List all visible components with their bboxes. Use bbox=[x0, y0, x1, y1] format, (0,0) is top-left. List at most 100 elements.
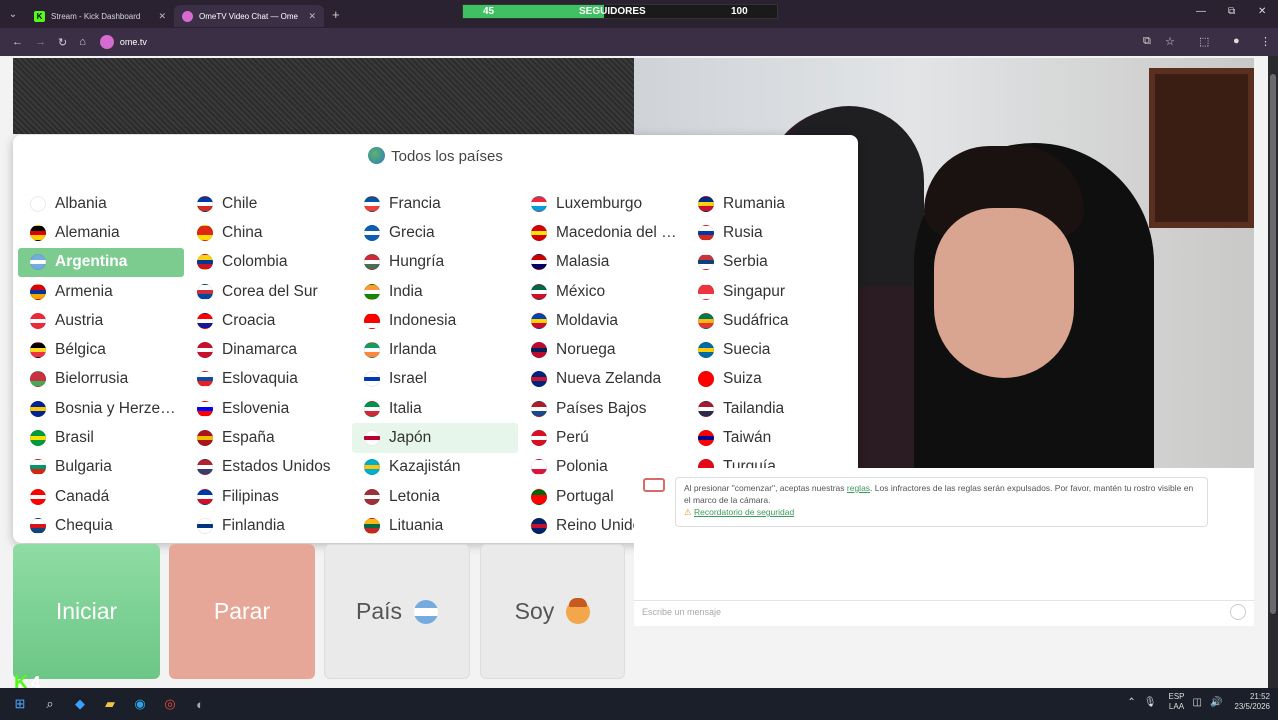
maximize-icon[interactable]: ⧉ bbox=[1228, 6, 1235, 17]
scrollbar-thumb[interactable] bbox=[1270, 74, 1276, 614]
forward-arrow-icon[interactable]: → bbox=[35, 36, 46, 48]
country-option[interactable]: China bbox=[185, 218, 351, 247]
country-option[interactable]: Dinamarca bbox=[185, 335, 351, 364]
country-option[interactable]: Corea del Sur bbox=[185, 277, 351, 306]
home-icon[interactable]: ⌂ bbox=[79, 36, 86, 48]
browser-menu-icon[interactable]: ⋮ bbox=[1260, 35, 1271, 48]
country-option[interactable]: Rusia bbox=[686, 218, 852, 247]
country-option[interactable]: México bbox=[519, 277, 685, 306]
country-option[interactable]: Taiwán bbox=[686, 423, 852, 452]
chat-message-input[interactable]: Escribe un mensaje bbox=[634, 600, 1254, 626]
country-option[interactable]: Noruega bbox=[519, 335, 685, 364]
country-option[interactable]: Croacia bbox=[185, 306, 351, 335]
country-option[interactable]: India bbox=[352, 277, 518, 306]
country-option[interactable]: Israel bbox=[352, 365, 518, 394]
country-option[interactable]: Luxemburgo bbox=[519, 189, 685, 218]
flag-icon bbox=[531, 283, 547, 300]
country-option[interactable]: Singapur bbox=[686, 277, 852, 306]
country-option[interactable]: Suiza bbox=[686, 365, 852, 394]
country-option[interactable]: Malasia bbox=[519, 248, 685, 277]
country-option[interactable]: Hungría bbox=[352, 248, 518, 277]
reload-icon[interactable]: ↻ bbox=[58, 36, 67, 49]
app-icon[interactable]: ◐ bbox=[188, 692, 212, 716]
tab-menu-chevron-icon[interactable]: ⌄ bbox=[0, 0, 26, 28]
country-option[interactable]: Alemania bbox=[18, 218, 184, 247]
country-option[interactable]: Eslovenia bbox=[185, 394, 351, 423]
file-explorer-icon[interactable]: ▰ bbox=[98, 692, 122, 716]
start-button[interactable]: Iniciar bbox=[13, 544, 160, 679]
tab-ometv[interactable]: OmeTV Video Chat — Ome ✕ bbox=[174, 5, 324, 27]
country-option[interactable]: Eslovaquia bbox=[185, 365, 351, 394]
language-indicator[interactable]: ESP LAA bbox=[1168, 692, 1184, 712]
country-option[interactable]: Argentina bbox=[18, 247, 184, 277]
country-option[interactable]: Grecia bbox=[352, 218, 518, 247]
search-icon[interactable]: ⌕ bbox=[38, 692, 62, 716]
emoji-picker-icon[interactable] bbox=[1230, 604, 1246, 620]
windows-start-icon[interactable]: ⊞ bbox=[8, 692, 32, 716]
back-arrow-icon[interactable]: ← bbox=[12, 36, 23, 48]
country-option[interactable]: Colombia bbox=[185, 248, 351, 277]
country-option[interactable]: Filipinas bbox=[185, 482, 351, 511]
window-close-icon[interactable]: ✕ bbox=[1258, 6, 1266, 17]
country-option[interactable]: Estados Unidos bbox=[185, 453, 351, 482]
site-info-icon[interactable] bbox=[99, 35, 114, 49]
country-option[interactable]: Nueva Zelanda bbox=[519, 365, 685, 394]
chrome-icon[interactable]: ◎ bbox=[158, 692, 182, 716]
page-scrollbar[interactable] bbox=[1268, 56, 1278, 688]
country-option[interactable]: Bélgica bbox=[18, 335, 184, 364]
country-option[interactable]: Irlanda bbox=[352, 335, 518, 364]
close-tab-icon[interactable]: ✕ bbox=[150, 11, 166, 22]
bookmark-star-icon[interactable]: ☆ bbox=[1165, 35, 1175, 48]
country-option[interactable]: Perú bbox=[519, 423, 685, 452]
country-option[interactable]: Armenia bbox=[18, 277, 184, 306]
extensions-icon[interactable]: ⬚ bbox=[1199, 35, 1209, 48]
rules-link[interactable]: reglas bbox=[847, 483, 870, 493]
country-option[interactable]: Letonia bbox=[352, 482, 518, 511]
tray-chevron-icon[interactable]: ⌃ bbox=[1127, 697, 1135, 708]
country-option[interactable]: Rumania bbox=[686, 189, 852, 218]
country-option[interactable]: Italia bbox=[352, 394, 518, 423]
clock[interactable]: 21:52 23/5/2026 bbox=[1234, 692, 1270, 712]
stop-button[interactable]: Parar bbox=[169, 544, 315, 679]
close-tab-icon[interactable]: ✕ bbox=[300, 11, 316, 22]
country-option[interactable]: Albania bbox=[18, 189, 184, 218]
profile-avatar-icon[interactable]: ● bbox=[1233, 35, 1240, 47]
country-option[interactable]: Chile bbox=[185, 189, 351, 218]
country-option[interactable]: Francia bbox=[352, 189, 518, 218]
volume-icon[interactable]: 🔊 bbox=[1210, 697, 1222, 708]
country-option[interactable]: Lituania bbox=[352, 511, 518, 540]
gender-button[interactable]: Soy bbox=[480, 544, 625, 679]
country-option[interactable]: Austria bbox=[18, 306, 184, 335]
country-option[interactable]: Finlandia bbox=[185, 511, 351, 540]
country-button[interactable]: País bbox=[324, 544, 470, 679]
url-field[interactable]: ome.tv bbox=[99, 35, 147, 49]
vscode-icon[interactable]: ◆ bbox=[68, 692, 92, 716]
keyboard-layout: LAA bbox=[1168, 702, 1185, 711]
country-option[interactable]: Moldavia bbox=[519, 306, 685, 335]
security-reminder-link[interactable]: Recordatorio de seguridad bbox=[694, 507, 794, 517]
minimize-icon[interactable]: — bbox=[1196, 6, 1206, 17]
country-option[interactable]: Brasil bbox=[18, 423, 184, 452]
country-option[interactable]: Suecia bbox=[686, 335, 852, 364]
country-option[interactable]: Tailandia bbox=[686, 394, 852, 423]
microphone-icon[interactable]: 🎙 bbox=[1144, 697, 1157, 708]
country-option[interactable]: Bosnia y Herze… bbox=[18, 394, 184, 423]
country-option[interactable]: Bielorrusia bbox=[18, 365, 184, 394]
country-name: Nueva Zelanda bbox=[556, 370, 662, 388]
country-option[interactable]: Chequia bbox=[18, 511, 184, 540]
country-option[interactable]: Canadá bbox=[18, 482, 184, 511]
country-option[interactable]: Serbia bbox=[686, 248, 852, 277]
country-option[interactable]: España bbox=[185, 423, 351, 452]
country-option[interactable]: Japón bbox=[352, 423, 518, 453]
edge-icon[interactable]: ◉ bbox=[128, 692, 152, 716]
country-option[interactable]: Indonesia bbox=[352, 306, 518, 335]
country-option[interactable]: Países Bajos bbox=[519, 394, 685, 423]
country-option[interactable]: Kazajistán bbox=[352, 453, 518, 482]
tab-kick-dashboard[interactable]: K Stream - Kick Dashboard ✕ bbox=[26, 5, 174, 27]
network-icon[interactable]: ◫ bbox=[1193, 697, 1202, 708]
country-option[interactable]: Sudáfrica bbox=[686, 306, 852, 335]
new-tab-plus-icon[interactable]: + bbox=[332, 7, 340, 22]
country-option[interactable]: Bulgaria bbox=[18, 453, 184, 482]
screen-cast-icon[interactable]: ⧉ bbox=[1143, 35, 1151, 48]
country-option[interactable]: Macedonia del … bbox=[519, 218, 685, 247]
